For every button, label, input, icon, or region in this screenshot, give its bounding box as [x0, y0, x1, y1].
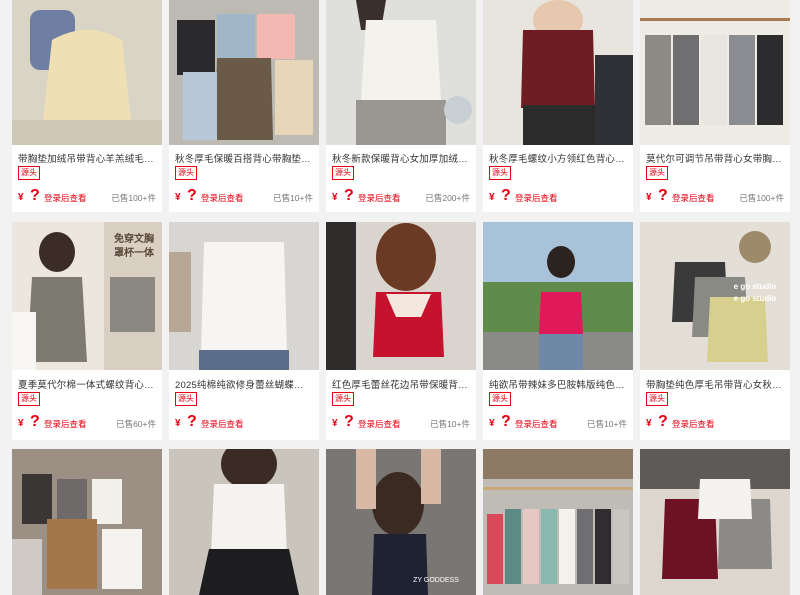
- product-title[interactable]: 带胸垫纯色厚毛吊带背心女秋…: [646, 377, 784, 391]
- product-card[interactable]: 免穿文胸 罩杯一体 夏季莫代尔棉一体式螺纹背心… 源头 ¥ ? 登录后查看 已售…: [12, 222, 162, 440]
- image-watermark: e go studio: [733, 282, 777, 291]
- login-to-view-link[interactable]: 登录后查看: [515, 418, 558, 430]
- source-tag: 源头: [646, 166, 668, 180]
- hidden-price-icon: ?: [344, 187, 354, 204]
- product-title[interactable]: 秋冬厚毛保暖百搭背心带胸垫舒…: [175, 151, 313, 165]
- price-row: ¥ ? 登录后查看 已售10+件: [489, 413, 627, 430]
- price-row: ¥ ? 登录后查看: [489, 187, 558, 204]
- login-to-view-link[interactable]: 登录后查看: [672, 192, 715, 204]
- source-tag: 源头: [646, 392, 668, 406]
- product-image[interactable]: ZY GODDESS: [326, 449, 476, 595]
- product-card[interactable]: e go studio e go studio 带胸垫纯色厚毛吊带背心女秋… 源…: [640, 222, 790, 440]
- product-image[interactable]: [12, 449, 162, 595]
- product-card[interactable]: [169, 449, 319, 595]
- product-title[interactable]: 夏季莫代尔棉一体式螺纹背心…: [18, 377, 156, 391]
- sold-count: 已售10+件: [273, 193, 313, 203]
- login-to-view-link[interactable]: 登录后查看: [201, 192, 244, 204]
- source-tag: 源头: [332, 166, 354, 180]
- product-card[interactable]: 纯欲吊带辣妹多巴胺韩版纯色… 源头 ¥ ? 登录后查看 已售10+件: [483, 222, 633, 440]
- login-to-view-link[interactable]: 登录后查看: [358, 418, 401, 430]
- source-tag: 源头: [175, 166, 197, 180]
- hidden-price-icon: ?: [30, 187, 40, 204]
- price-row: ¥ ? 登录后查看: [175, 413, 244, 430]
- image-watermark: e go studio: [733, 294, 777, 303]
- product-image[interactable]: [483, 222, 633, 370]
- product-card[interactable]: 2025纯棉纯欲修身蕾丝蝴蝶结… 源头 ¥ ? 登录后查看: [169, 222, 319, 440]
- sold-count: 已售100+件: [739, 193, 784, 203]
- product-card[interactable]: 秋冬新款保暖背心女加厚加绒… 源头 ¥ ? 登录后查看 已售200+件: [326, 0, 476, 212]
- product-image[interactable]: [169, 222, 319, 370]
- login-to-view-link[interactable]: 登录后查看: [515, 192, 558, 204]
- product-image[interactable]: [483, 449, 633, 595]
- hidden-price-icon: ?: [658, 413, 668, 430]
- source-tag: 源头: [489, 166, 511, 180]
- product-card[interactable]: [483, 449, 633, 595]
- hidden-price-icon: ?: [501, 413, 511, 430]
- price-row: ¥ ? 登录后查看 已售10+件: [175, 187, 313, 204]
- price-row: ¥ ? 登录后查看 已售100+件: [18, 187, 156, 204]
- sold-count: 已售10+件: [587, 419, 627, 429]
- product-card[interactable]: 带胸垫加绒吊带背心羊羔绒毛… 源头 ¥ ? 登录后查看 已售100+件: [12, 0, 162, 212]
- product-image[interactable]: [640, 449, 790, 595]
- product-image[interactable]: [169, 449, 319, 595]
- product-image[interactable]: 免穿文胸 罩杯一体: [12, 222, 162, 370]
- hidden-price-icon: ?: [30, 413, 40, 430]
- login-to-view-link[interactable]: 登录后查看: [44, 418, 87, 430]
- product-image[interactable]: [169, 0, 319, 145]
- login-to-view-link[interactable]: 登录后查看: [672, 418, 715, 430]
- source-tag: 源头: [332, 392, 354, 406]
- product-image[interactable]: [326, 222, 476, 370]
- hidden-price-icon: ?: [658, 187, 668, 204]
- source-tag: 源头: [18, 166, 40, 180]
- product-card[interactable]: 红色厚毛蕾丝花边吊带保暖背… 源头 ¥ ? 登录后查看 已售10+件: [326, 222, 476, 440]
- product-title[interactable]: 带胸垫加绒吊带背心羊羔绒毛…: [18, 151, 156, 165]
- hidden-price-icon: ?: [501, 187, 511, 204]
- product-image[interactable]: [640, 0, 790, 145]
- hidden-price-icon: ?: [344, 413, 354, 430]
- product-image[interactable]: [483, 0, 633, 145]
- product-card[interactable]: [12, 449, 162, 595]
- price-row: ¥ ? 登录后查看 已售200+件: [332, 187, 470, 204]
- product-card[interactable]: 秋冬厚毛螺纹小方领红色背心… 源头 ¥ ? 登录后查看: [483, 0, 633, 212]
- sold-count: 已售200+件: [425, 193, 470, 203]
- sold-count: 已售60+件: [116, 419, 156, 429]
- product-title[interactable]: 纯欲吊带辣妹多巴胺韩版纯色…: [489, 377, 627, 391]
- login-to-view-link[interactable]: 登录后查看: [201, 418, 244, 430]
- price-row: ¥ ? 登录后查看 已售60+件: [18, 413, 156, 430]
- product-card[interactable]: [640, 449, 790, 595]
- product-title[interactable]: 莫代尔可调节吊带背心女带胸…: [646, 151, 784, 165]
- product-card[interactable]: 秋冬厚毛保暖百搭背心带胸垫舒… 源头 ¥ ? 登录后查看 已售10+件: [169, 0, 319, 212]
- image-caption: 免穿文胸: [114, 234, 154, 245]
- product-title[interactable]: 2025纯棉纯欲修身蕾丝蝴蝶结…: [175, 377, 313, 391]
- product-image[interactable]: e go studio e go studio: [640, 222, 790, 370]
- sold-count: 已售10+件: [430, 419, 470, 429]
- image-watermark: ZY GODDESS: [413, 577, 459, 584]
- product-grid: 带胸垫加绒吊带背心羊羔绒毛… 源头 ¥ ? 登录后查看 已售100+件 秋冬厚毛…: [0, 0, 800, 595]
- source-tag: 源头: [18, 392, 40, 406]
- product-image[interactable]: [12, 0, 162, 145]
- price-row: ¥ ? 登录后查看: [646, 413, 715, 430]
- hidden-price-icon: ?: [187, 413, 197, 430]
- product-title[interactable]: 秋冬厚毛螺纹小方领红色背心…: [489, 151, 627, 165]
- product-image[interactable]: [326, 0, 476, 145]
- login-to-view-link[interactable]: 登录后查看: [358, 192, 401, 204]
- source-tag: 源头: [175, 392, 197, 406]
- image-caption: 罩杯一体: [114, 248, 154, 259]
- source-tag: 源头: [489, 392, 511, 406]
- product-card[interactable]: 莫代尔可调节吊带背心女带胸… 源头 ¥ ? 登录后查看 已售100+件: [640, 0, 790, 212]
- hidden-price-icon: ?: [187, 187, 197, 204]
- product-title[interactable]: 红色厚毛蕾丝花边吊带保暖背…: [332, 377, 470, 391]
- product-card[interactable]: ZY GODDESS: [326, 449, 476, 595]
- sold-count: 已售100+件: [111, 193, 156, 203]
- login-to-view-link[interactable]: 登录后查看: [44, 192, 87, 204]
- price-row: ¥ ? 登录后查看 已售10+件: [332, 413, 470, 430]
- price-row: ¥ ? 登录后查看 已售100+件: [646, 187, 784, 204]
- product-title[interactable]: 秋冬新款保暖背心女加厚加绒…: [332, 151, 470, 165]
